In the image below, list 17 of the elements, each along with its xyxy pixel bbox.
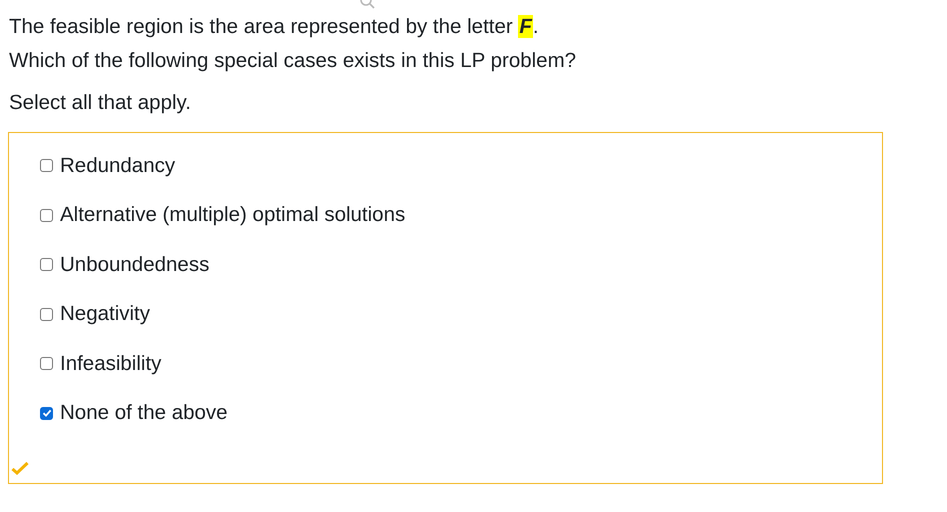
option-label[interactable]: Negativity — [60, 302, 150, 326]
option-label[interactable]: Redundancy — [60, 154, 176, 178]
search-icon — [360, 0, 376, 9]
instruction-text: Select all that apply. — [9, 90, 192, 116]
checkbox[interactable] — [40, 258, 53, 271]
question-text: Which of the following special cases exists in this LP problem? — [9, 48, 578, 74]
checkbox[interactable] — [40, 308, 53, 320]
checkmark-icon — [11, 461, 29, 475]
checkbox[interactable] — [40, 357, 53, 370]
option-label[interactable]: None of the above — [60, 401, 228, 425]
option-label[interactable]: Infeasibility — [60, 352, 162, 376]
option-label[interactable]: Alternative (multiple) optimal solutions — [60, 203, 406, 227]
option-label[interactable]: Unboundedness — [60, 252, 210, 276]
question-text: The feasible region is the area represented by the letter F. — [9, 14, 540, 40]
checkbox[interactable] — [40, 208, 53, 222]
checkbox[interactable] — [40, 406, 53, 420]
checkbox[interactable] — [40, 159, 53, 172]
